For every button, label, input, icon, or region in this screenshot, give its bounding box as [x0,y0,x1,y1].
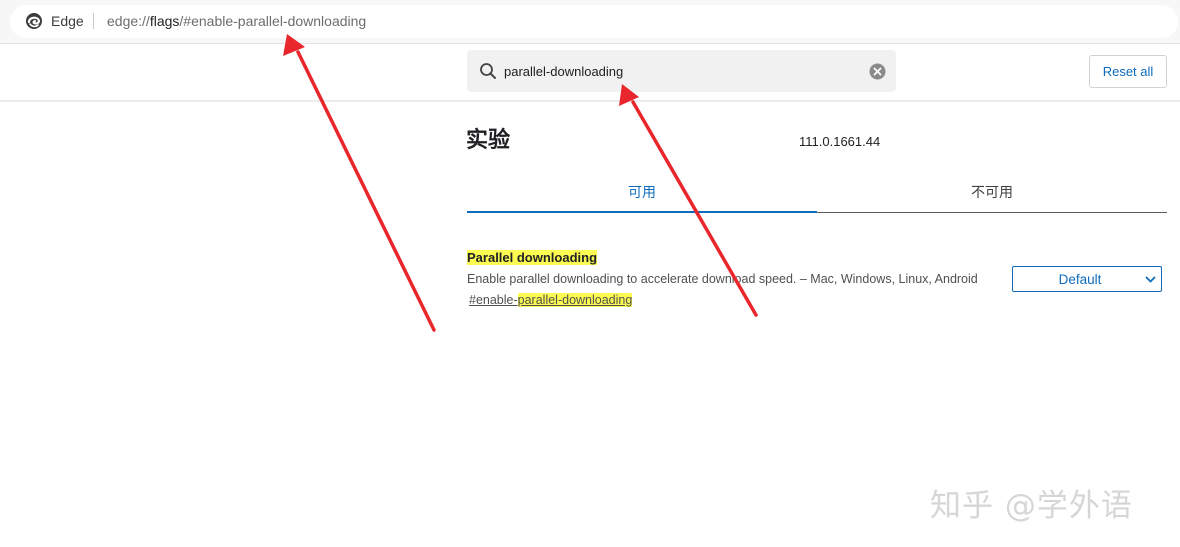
browser-brand-label: Edge [51,13,84,29]
search-input[interactable] [504,61,854,81]
version-label: 111.0.1661.44 [799,134,881,149]
tab-unavailable[interactable]: 不可用 [817,182,1167,212]
edge-logo-icon [26,13,42,29]
page-title: 实验 [466,128,511,153]
search-icon [480,63,496,79]
flag-permalink[interactable]: #enable-parallel-downloading [469,293,633,307]
url-scheme: edge:// [107,13,150,29]
flag-permalink-prefix: #enable- [469,293,518,307]
flag-title-text: Parallel downloading [467,250,598,265]
arrow-to-url [283,34,436,332]
address-bar: Edge edge://flags/#enable-parallel-downl… [0,0,1180,44]
tab-active-indicator [467,211,817,213]
flag-description: Enable parallel downloading to accelerat… [467,272,978,286]
edge-flags-page: Edge edge://flags/#enable-parallel-downl… [0,0,1180,547]
url-fragment: /#enable-parallel-downloading [179,13,367,29]
address-separator [93,13,94,29]
clear-search-icon[interactable] [869,63,886,80]
reset-all-button[interactable]: Reset all [1089,55,1167,88]
url-text[interactable]: edge://flags/#enable-parallel-downloadin… [107,13,366,29]
watermark: 知乎 @学外语 [930,488,1133,524]
header-divider [0,100,1180,102]
flag-state-value: Default [1058,272,1102,287]
search-box[interactable] [467,50,896,92]
flag-title: Parallel downloading [467,250,598,265]
flag-state-select[interactable]: Default [1012,266,1162,292]
flag-permalink-highlight: parallel-downloading [517,293,633,307]
url-host: flags [149,13,180,29]
tab-available[interactable]: 可用 [467,182,817,212]
chevron-down-icon [1145,276,1156,283]
